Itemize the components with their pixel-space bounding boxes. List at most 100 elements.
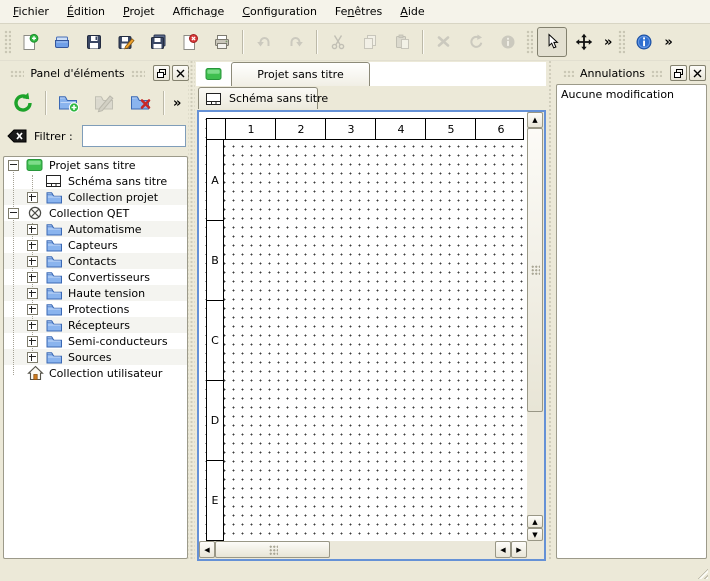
toolbar-separator <box>45 91 47 115</box>
toolbar-extension-button[interactable]: » <box>600 35 616 50</box>
dock-drag-handle[interactable] <box>10 70 24 77</box>
undo-panel-titlebar[interactable]: Annulations <box>553 63 710 83</box>
project-tab-bar: Projet sans titre <box>196 62 546 86</box>
move-tool-button[interactable] <box>569 27 599 57</box>
rotate-button[interactable] <box>461 27 491 57</box>
tab-schema[interactable]: Schéma sans titre <box>198 87 318 109</box>
edit-category-icon <box>94 92 116 114</box>
horizontal-scrollbar[interactable]: ◀ ◀ ▶ <box>199 541 527 559</box>
scroll-up-button[interactable]: ▲ <box>527 112 543 128</box>
edit-category-button[interactable] <box>88 86 122 120</box>
tree-item-projet-sans-titre[interactable]: Projet sans titre <box>4 157 187 173</box>
toolbar-separator <box>422 30 424 54</box>
delete-category-button[interactable] <box>124 86 158 120</box>
menu-projet[interactable]: Projet <box>114 2 164 21</box>
select-cursor-button[interactable] <box>537 27 567 57</box>
expander-icon[interactable] <box>27 192 38 203</box>
undo-button[interactable] <box>249 27 279 57</box>
tree-item-collection-projet[interactable]: Collection projet <box>4 189 187 205</box>
save-all-icon <box>149 33 167 51</box>
save-all-button[interactable] <box>143 27 173 57</box>
print-button[interactable] <box>207 27 237 57</box>
redo-button[interactable] <box>281 27 311 57</box>
vertical-scrollbar[interactable]: ▲ ▲ ▼ <box>527 112 544 541</box>
menu-fichier[interactable]: Fichier <box>4 2 58 21</box>
schema-icon <box>45 173 63 189</box>
open-document-button[interactable] <box>47 27 77 57</box>
tree-item-label: Semi-conducteurs <box>68 335 168 348</box>
expander-icon[interactable] <box>27 352 38 363</box>
tree-item-label: Collection utilisateur <box>49 367 162 380</box>
tree-item-label: Protections <box>68 303 129 316</box>
vertical-scroll-thumb[interactable] <box>527 128 543 412</box>
dock-float-button[interactable] <box>153 65 170 81</box>
scroll-up-button-2[interactable]: ▲ <box>527 515 543 528</box>
dock-drag-handle[interactable] <box>131 70 145 77</box>
menu-fen-tres[interactable]: Fenêtres <box>326 2 391 21</box>
scroll-down-button[interactable]: ▼ <box>527 528 543 541</box>
canvas-row-header: ABCDE <box>206 140 224 541</box>
schema-tab-bar: Schéma sans titre <box>196 86 546 110</box>
horizontal-scroll-thumb[interactable] <box>215 541 330 558</box>
toolbar-drag-handle[interactable] <box>4 30 11 54</box>
scroll-left-button[interactable]: ◀ <box>199 541 215 558</box>
expander-icon[interactable] <box>27 240 38 251</box>
expander-icon[interactable] <box>27 256 38 267</box>
toolbar-drag-handle[interactable] <box>618 30 625 54</box>
filter-input[interactable] <box>82 125 186 147</box>
tree-item-sources[interactable]: Sources <box>4 349 187 365</box>
info-button[interactable] <box>493 27 523 57</box>
dock-close-button[interactable] <box>172 65 189 81</box>
info-blue-button[interactable] <box>629 27 659 57</box>
project-window-icon-cell <box>196 62 231 86</box>
scroll-left-button-2[interactable]: ◀ <box>495 541 511 558</box>
scroll-right-button[interactable]: ▶ <box>511 541 527 558</box>
menu-affichage[interactable]: Affichage <box>164 2 234 21</box>
schema-view-frame: 123456 ABCDE ▲ ▲ ▼ ◀ ◀ ▶ <box>197 110 546 561</box>
toolbar-extension-button[interactable]: » <box>660 35 676 50</box>
undo-icon <box>255 33 273 51</box>
save-button[interactable] <box>79 27 109 57</box>
expander-icon[interactable] <box>27 320 38 331</box>
elements-panel-titlebar[interactable]: Panel d'éléments <box>0 63 193 83</box>
folder-icon <box>45 285 63 301</box>
dock-drag-handle[interactable] <box>563 70 574 77</box>
tree-item-collection-utilisateur[interactable]: Collection utilisateur <box>4 365 187 381</box>
cut-button[interactable] <box>323 27 353 57</box>
toolbar-drag-handle[interactable] <box>526 30 533 54</box>
left-splitter[interactable] <box>188 61 195 559</box>
expander-icon[interactable] <box>27 288 38 299</box>
refresh-button[interactable] <box>6 86 40 120</box>
tree-guide-line <box>13 167 14 375</box>
expander-icon[interactable] <box>27 224 38 235</box>
dock-float-button[interactable] <box>670 65 687 81</box>
toolbar-extension-button[interactable]: » <box>169 96 185 111</box>
expander-icon[interactable] <box>27 272 38 283</box>
cut-icon <box>329 33 347 51</box>
clear-filter-icon[interactable] <box>7 128 27 144</box>
menu--dition[interactable]: Édition <box>58 2 114 21</box>
elements-panel-title: Panel d'éléments <box>30 67 124 80</box>
folder-icon <box>45 253 63 269</box>
close-document-icon <box>181 33 199 51</box>
tab-project[interactable]: Projet sans titre <box>231 62 370 86</box>
dock-drag-handle[interactable] <box>651 70 662 77</box>
save-as-button[interactable] <box>111 27 141 57</box>
expander-icon[interactable] <box>8 160 19 171</box>
expander-icon[interactable] <box>8 208 19 219</box>
tree-item-collection-qet[interactable]: Collection QET <box>4 205 187 221</box>
dock-close-button[interactable] <box>689 65 706 81</box>
expander-icon[interactable] <box>27 336 38 347</box>
delete-button[interactable] <box>429 27 459 57</box>
paste-button[interactable] <box>387 27 417 57</box>
column-header-4: 4 <box>375 119 426 139</box>
menu-configuration[interactable]: Configuration <box>233 2 326 21</box>
copy-button[interactable] <box>355 27 385 57</box>
schema-canvas[interactable]: 123456 ABCDE <box>199 112 527 541</box>
new-document-button[interactable] <box>15 27 45 57</box>
toolbar-separator <box>316 30 318 54</box>
close-document-button[interactable] <box>175 27 205 57</box>
menu-aide[interactable]: Aide <box>391 2 433 21</box>
expander-icon[interactable] <box>27 304 38 315</box>
new-category-button[interactable] <box>52 86 86 120</box>
